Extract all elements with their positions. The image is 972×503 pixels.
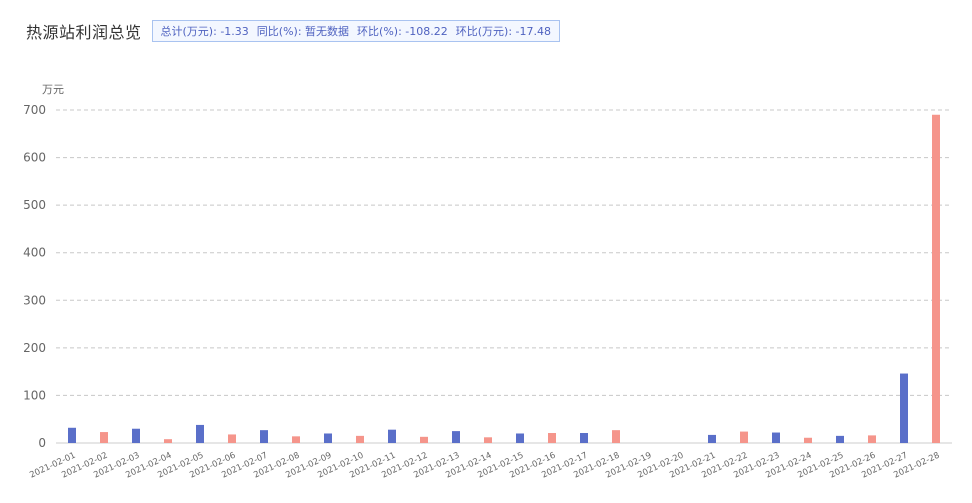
bar-2021-02-26 bbox=[868, 435, 876, 443]
bar-2021-02-23 bbox=[772, 432, 780, 443]
panel-header: 热源站利润总览 总计(万元): -1.33 同比(%): 暂无数据 环比(%):… bbox=[26, 18, 561, 44]
bar-2021-02-22 bbox=[740, 431, 748, 443]
summary-yoy-value: 暂无数据 bbox=[305, 25, 350, 38]
bar-2021-02-15 bbox=[516, 433, 524, 443]
summary-mom-amount: 环比(万元): -17.48 bbox=[456, 23, 551, 39]
y-tick-label: 500 bbox=[23, 198, 46, 212]
bar-chart: 万元01002003004005006007002021-02-012021-0… bbox=[23, 83, 952, 481]
bar-2021-02-06 bbox=[228, 434, 236, 443]
bar-2021-02-03 bbox=[132, 428, 140, 443]
y-tick-label: 300 bbox=[23, 293, 46, 307]
bar-2021-02-28 bbox=[932, 114, 940, 443]
bar-2021-02-14 bbox=[484, 437, 492, 443]
y-tick-label: 0 bbox=[38, 436, 46, 450]
bar-2021-02-01 bbox=[68, 427, 76, 443]
y-tick-label: 600 bbox=[23, 151, 46, 165]
bar-2021-02-07 bbox=[260, 430, 268, 443]
bar-2021-02-02 bbox=[100, 432, 108, 443]
y-tick-label: 400 bbox=[23, 246, 46, 260]
bar-2021-02-18 bbox=[612, 430, 620, 443]
summary-total-label: 总计(万元): bbox=[160, 25, 217, 38]
bar-2021-02-10 bbox=[356, 435, 364, 443]
profit-overview-panel: 热源站利润总览 总计(万元): -1.33 同比(%): 暂无数据 环比(%):… bbox=[0, 0, 972, 499]
bar-2021-02-11 bbox=[388, 429, 396, 443]
summary-mom-amount-value: -17.48 bbox=[515, 25, 552, 38]
summary-yoy: 同比(%): 暂无数据 bbox=[257, 23, 349, 39]
y-tick-label: 200 bbox=[23, 341, 46, 355]
summary-mom-percent-value: -108.22 bbox=[405, 25, 448, 38]
y-tick-label: 700 bbox=[23, 103, 46, 117]
summary-mom-amount-label: 环比(万元): bbox=[455, 25, 513, 38]
bar-2021-02-21 bbox=[708, 434, 716, 443]
bar-2021-02-16 bbox=[548, 433, 556, 443]
bar-2021-02-12 bbox=[420, 436, 428, 443]
y-axis-label: 万元 bbox=[42, 83, 64, 96]
bar-2021-02-05 bbox=[196, 424, 204, 443]
bar-2021-02-04 bbox=[164, 439, 172, 443]
bar-2021-02-25 bbox=[836, 435, 844, 443]
bar-2021-02-08 bbox=[292, 436, 300, 443]
bar-2021-02-27 bbox=[900, 373, 908, 443]
y-tick-label: 100 bbox=[23, 388, 46, 402]
bar-2021-02-24 bbox=[804, 437, 812, 443]
summary-total-value: -1.33 bbox=[220, 25, 249, 38]
bar-2021-02-13 bbox=[452, 431, 460, 443]
chart-container: 万元 0 100 200 300 400 500 600 700 2021-02-01 2021-0… bbox=[0, 70, 972, 499]
page-title: 热源站利润总览 bbox=[26, 23, 142, 42]
summary-box: 总计(万元): -1.33 同比(%): 暂无数据 环比(%): -108.22… bbox=[151, 20, 561, 42]
summary-total: 总计(万元): -1.33 bbox=[161, 23, 249, 39]
summary-yoy-label: 同比(%): bbox=[256, 25, 302, 38]
summary-mom-percent: 环比(%): -108.22 bbox=[357, 23, 448, 39]
bar-2021-02-09 bbox=[324, 433, 332, 443]
bar-2021-02-17 bbox=[580, 433, 588, 443]
summary-mom-percent-label: 环比(%): bbox=[357, 25, 402, 38]
